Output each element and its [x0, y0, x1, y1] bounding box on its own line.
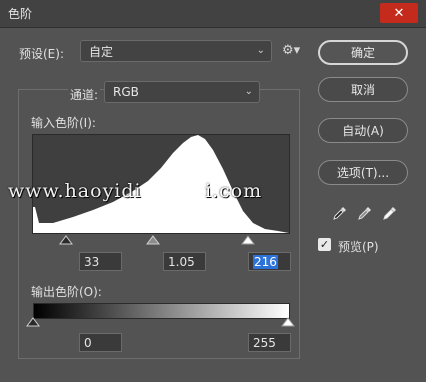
output-black-value: 0	[84, 335, 92, 350]
input-white-slider[interactable]	[241, 235, 255, 245]
ok-button[interactable]: 确定	[318, 40, 408, 65]
output-black-field[interactable]: 0	[79, 333, 122, 352]
title-bar: 色阶 ✕	[0, 0, 426, 28]
channel-value: RGB	[113, 85, 139, 99]
input-levels-label: 输入色阶(I):	[31, 116, 96, 130]
output-white-field[interactable]: 255	[248, 333, 291, 352]
output-white-value: 255	[253, 335, 276, 350]
watermark-text: www.haoyidi i.com	[8, 180, 263, 202]
preset-label: 预设(E):	[19, 47, 64, 61]
channel-select[interactable]: RGB ⌄	[104, 81, 260, 103]
auto-button[interactable]: 自动(A)	[318, 118, 408, 143]
eyedropper-black-icon[interactable]	[332, 205, 348, 221]
preset-select[interactable]: 自定 ⌄	[80, 40, 272, 62]
output-black-slider[interactable]	[26, 317, 40, 327]
chevron-down-icon: ⌄	[256, 45, 265, 56]
close-icon: ✕	[393, 5, 405, 21]
gear-icon[interactable]: ⚙▾	[282, 43, 300, 58]
auto-button-label: 自动(A)	[342, 124, 384, 138]
input-black-value: 33	[84, 254, 100, 269]
input-black-field[interactable]: 33	[79, 252, 122, 271]
preview-checkbox[interactable]: ✓	[318, 238, 331, 251]
output-white-slider[interactable]	[281, 317, 295, 327]
cancel-button-label: 取消	[350, 83, 375, 97]
preset-value: 自定	[89, 44, 114, 59]
input-gamma-value: 1.05	[168, 254, 195, 269]
output-gradient	[33, 303, 290, 319]
window-title: 色阶	[8, 7, 33, 21]
input-black-slider[interactable]	[59, 235, 73, 245]
close-button[interactable]: ✕	[380, 3, 418, 23]
channel-label: 通道:	[68, 86, 101, 103]
eyedropper-gray-icon[interactable]	[357, 205, 373, 221]
input-gamma-slider[interactable]	[146, 235, 160, 245]
cancel-button[interactable]: 取消	[318, 77, 408, 102]
options-button-label: 选项(T)...	[336, 166, 390, 180]
output-levels-label: 输出色阶(O):	[31, 285, 102, 299]
chevron-down-icon: ⌄	[244, 86, 253, 97]
preview-label: 预览(P)	[338, 240, 379, 254]
checkmark-icon: ✓	[319, 238, 330, 251]
input-gamma-field[interactable]: 1.05	[163, 252, 206, 271]
eyedropper-white-icon[interactable]	[382, 205, 398, 221]
input-white-field[interactable]: 216	[248, 252, 291, 271]
input-white-value: 216	[253, 254, 278, 269]
ok-button-label: 确定	[350, 46, 375, 60]
options-button[interactable]: 选项(T)...	[318, 160, 408, 185]
